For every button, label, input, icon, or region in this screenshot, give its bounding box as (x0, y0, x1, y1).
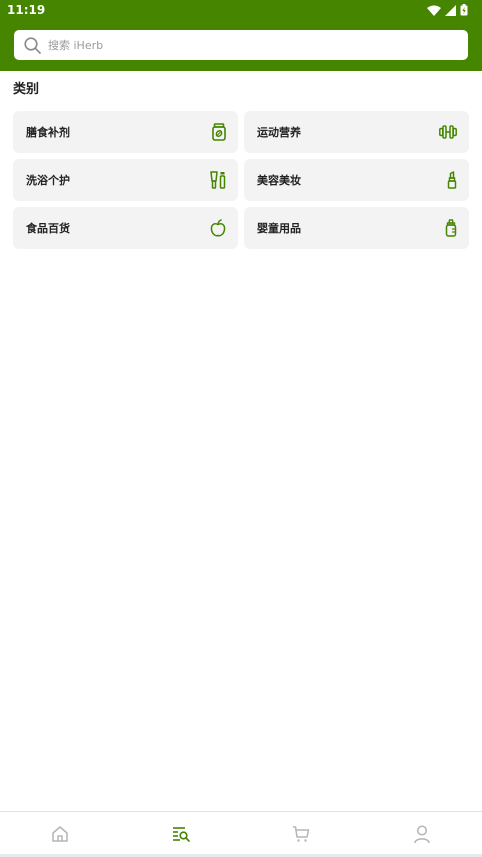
bath-products-icon (210, 171, 226, 189)
status-time: 11:19 (7, 3, 46, 17)
signal-icon (445, 4, 456, 16)
status-icons (427, 3, 468, 17)
category-label: 食品百货 (26, 222, 70, 235)
nav-cart[interactable] (241, 812, 362, 856)
category-card-sports-nutrition[interactable]: 运动营养 (244, 111, 469, 153)
search-bar[interactable] (14, 30, 468, 60)
category-card-beauty[interactable]: 美容美妆 (244, 159, 469, 201)
lipstick-icon (447, 171, 457, 189)
cart-icon (292, 825, 310, 843)
category-label: 洗浴个护 (26, 174, 70, 187)
search-input[interactable] (48, 35, 448, 55)
category-search-icon (172, 826, 190, 842)
baby-bottle-icon (445, 219, 457, 237)
search-icon (24, 36, 41, 54)
category-grid: 膳食补剂 运动营养 洗浴个护 美容美妆 食品百货 婴童用品 (13, 111, 469, 249)
app-header: 11:19 (0, 0, 482, 71)
nav-home[interactable] (0, 812, 121, 856)
nav-categories[interactable] (121, 812, 242, 856)
category-label: 美容美妆 (257, 174, 301, 187)
home-icon (51, 825, 69, 843)
category-card-bath-personal-care[interactable]: 洗浴个护 (13, 159, 238, 201)
nav-account[interactable] (362, 812, 482, 856)
dumbbell-icon (439, 125, 457, 139)
apple-icon (210, 219, 226, 237)
category-label: 膳食补剂 (26, 126, 70, 139)
category-label: 运动营养 (257, 126, 301, 139)
category-label: 婴童用品 (257, 222, 301, 235)
supplement-jar-icon (212, 123, 226, 141)
battery-icon (460, 4, 468, 16)
user-icon (414, 824, 430, 844)
category-card-grocery[interactable]: 食品百货 (13, 207, 238, 249)
category-card-supplements[interactable]: 膳食补剂 (13, 111, 238, 153)
wifi-icon (427, 5, 441, 16)
category-card-baby-kids[interactable]: 婴童用品 (244, 207, 469, 249)
status-bar: 11:19 (0, 0, 482, 20)
section-title: 类别 (13, 82, 40, 97)
bottom-navigation (0, 811, 482, 857)
